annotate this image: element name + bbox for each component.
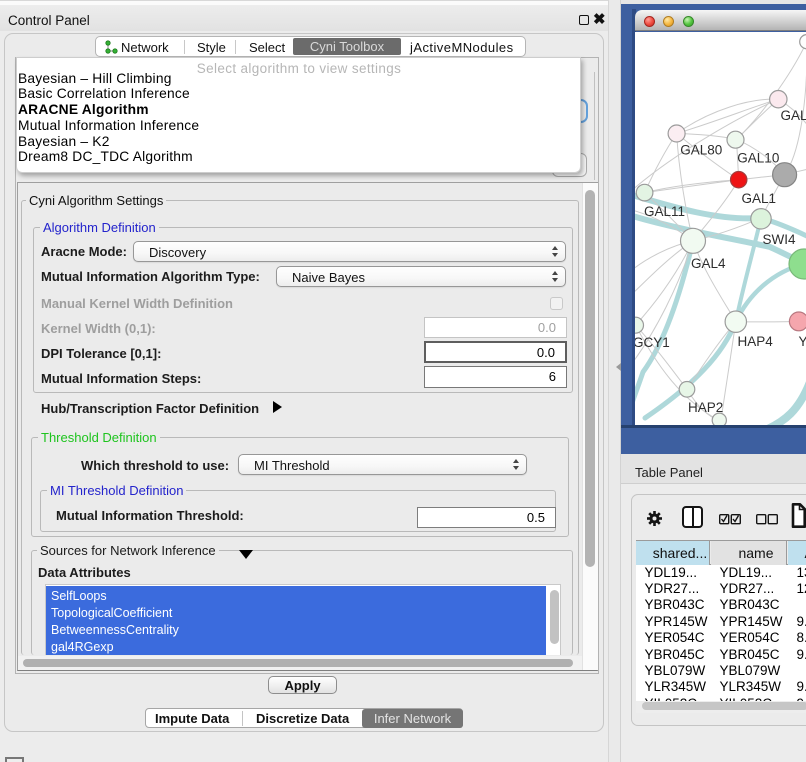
svg-text:HAP2: HAP2 (688, 400, 723, 415)
svg-text:GCY1: GCY1 (635, 335, 670, 350)
svg-text:GAL80: GAL80 (680, 143, 722, 158)
svg-text:SWI4: SWI4 (763, 232, 796, 247)
svg-text:GAL10: GAL10 (737, 151, 779, 166)
svg-text:Y: Y (799, 334, 806, 349)
svg-text:GAL11: GAL11 (644, 204, 685, 219)
svg-text:GAL4: GAL4 (691, 256, 726, 271)
svg-text:HAP4: HAP4 (738, 334, 774, 349)
svg-text:GAL1: GAL1 (742, 191, 777, 206)
svg-text:GAL: GAL (781, 108, 806, 123)
